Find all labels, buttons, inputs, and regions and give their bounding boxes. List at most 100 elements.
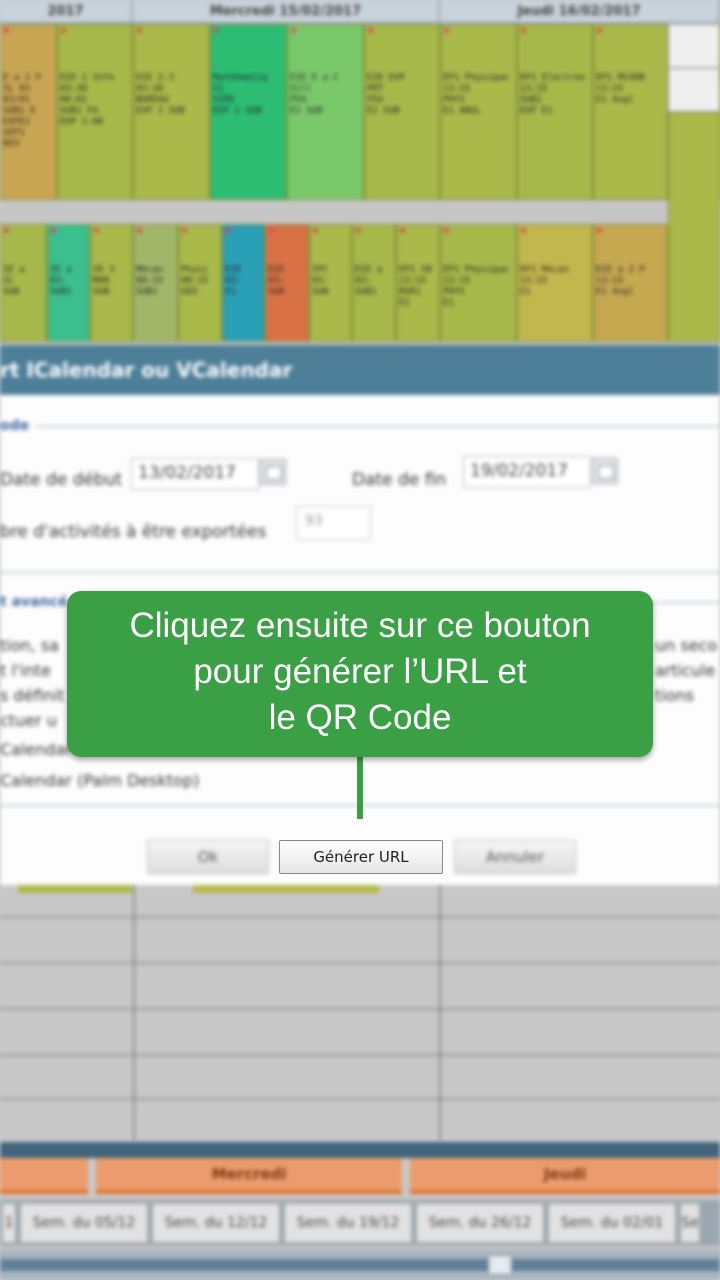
empty-slot: [668, 68, 720, 112]
status-dot: [400, 228, 405, 233]
calendar-activity[interactable]: EIE 2 Info 03:30 08:01 SUB1 FA EXP 1:08: [57, 24, 133, 200]
day-bar-mercredi[interactable]: Mercredi: [96, 1158, 402, 1194]
calendar-icon[interactable]: [592, 458, 618, 484]
week-tab[interactable]: Sem. du 02/01: [548, 1203, 676, 1243]
status-dot: [51, 228, 56, 233]
activity-text: EIE E a C Vill FEA E1 SUB: [290, 73, 339, 116]
generate-url-button[interactable]: Générer URL: [279, 840, 443, 874]
week-tab[interactable]: Sem. du 12/12: [152, 1203, 280, 1243]
week-tab[interactable]: 1: [2, 1203, 16, 1243]
day-bar-jeudi[interactable]: Jeudi: [410, 1158, 720, 1194]
calendar-activity[interactable]: EP1 IN 13:15 RUR1 E1: [396, 224, 440, 342]
day-bar: [0, 1158, 88, 1194]
format-option-icalendar[interactable]: Calendar: [0, 740, 72, 759]
grid-line: [0, 916, 720, 918]
calendar-activity[interactable]: EP1 Physique 13:15 PHYS E1 ANGL: [440, 24, 517, 200]
end-date-label: Date de fin: [352, 470, 447, 490]
advanced-legend: t avancé: [0, 594, 68, 610]
callout-line: le QR Code: [268, 698, 452, 737]
info-text: s définit: [0, 686, 65, 705]
status-dot: [356, 228, 361, 233]
calendar-activity[interactable]: EIE a 2 P 13:15 E1 Angl: [593, 224, 668, 342]
format-option-vcalendar[interactable]: Calendar (Palm Desktop): [0, 771, 199, 790]
calendar-activity[interactable]: IE a IL SUB: [0, 224, 47, 342]
bottom-nav-bar: [0, 1142, 720, 1158]
calendar-activity[interactable]: Physi 08:15 GEO: [178, 224, 222, 342]
calendar-activity: [193, 885, 379, 893]
day-header: Jeudi 16/02/2017: [440, 0, 720, 22]
calendar-header: 2017 Mercredi 15/02/2017 Jeudi 16/02/201…: [0, 0, 720, 24]
ok-button[interactable]: Ok: [147, 840, 269, 874]
start-date-label: Date de début: [0, 470, 123, 490]
calendar-icon[interactable]: [260, 459, 286, 485]
status-dot: [269, 228, 274, 233]
calendar-grid: [0, 885, 720, 1140]
tutorial-callout: Cliquez ensuite sur ce bouton pour génér…: [67, 591, 653, 757]
status-dot: [137, 28, 142, 33]
status-dot: [444, 228, 449, 233]
activity-text: IPC 03: SUB: [312, 265, 329, 297]
calendar-activity[interactable]: EP1 Electron 13:15 SUB1 EXP E1: [517, 24, 593, 200]
calendar-activity[interactable]: E a 2 P IL 03 03/01 SUB1 E EXPE2 SEP1 RE…: [0, 24, 57, 200]
week-tab[interactable]: Sem. du 05/12: [20, 1203, 148, 1243]
dialog-title: rt ICalendar ou VCalendar: [0, 345, 720, 395]
info-text: un seco: [655, 636, 718, 655]
calendar-activity[interactable]: EP1 Physique 13:15 PHYS E1: [440, 224, 517, 342]
callout-line: Cliquez ensuite sur ce bouton: [129, 606, 591, 645]
status-dot: [94, 228, 99, 233]
grid-line: [133, 885, 135, 1140]
calendar-activity[interactable]: EIE E a C Vill FEA E1 SUB: [287, 24, 364, 200]
status-dot: [214, 28, 219, 33]
activity-text: EP1 Physique 13:15 PHYS E1: [443, 265, 509, 308]
end-date-input[interactable]: 19/02/2017: [463, 456, 591, 488]
calendar-activity[interactable]: IPC 03: SUB: [309, 224, 352, 342]
status-dot: [226, 228, 231, 233]
grid-line: [0, 1054, 720, 1056]
calendar-activity[interactable]: Mécan 08:15 SUB1: [133, 224, 178, 342]
week-tab[interactable]: Se: [680, 1203, 700, 1243]
activity-text: Mathématiq S1 SIRE EXP 1 SUB: [213, 73, 268, 116]
grid-line: [0, 1098, 720, 1100]
status-dot: [182, 228, 187, 233]
activity-text: EIE 03: E1: [225, 265, 242, 297]
start-date-input[interactable]: 13/02/2017: [131, 458, 259, 490]
status-dot: [444, 28, 449, 33]
activity-text: Mécan 08:15 SUB1: [136, 265, 164, 297]
empty-slot: [668, 24, 720, 68]
activity-text: EIE 2 Info 03:30 08:01 SUB1 FA EXP 1:08: [60, 73, 115, 127]
grid-line: [0, 962, 720, 964]
calendar-activity[interactable]: EP1 Mécan 13:15 E1: [517, 224, 593, 342]
activity-text: Physi 08:15 GEO: [181, 265, 209, 297]
calendar-activity[interactable]: IE a 03: SUB1: [47, 224, 90, 342]
grid-line: [439, 885, 441, 1140]
calendar-activity[interactable]: IE 3 MOB SUB: [90, 224, 133, 342]
activity-text: EIE 2.3 03:30 BUREAU EXP 1 SUB: [136, 73, 185, 116]
calendar-activity[interactable]: EP1 MCOOB 13:15 E1 Angl: [593, 24, 668, 200]
calendar-separator: [0, 200, 720, 224]
calendar-activity[interactable]: EIE 2.3 03:30 BUREAU EXP 1 SUB: [133, 24, 210, 200]
week-tab[interactable]: Sem. du 26/12: [416, 1203, 544, 1243]
calendar-activity[interactable]: Mathématiq S1 SIRE EXP 1 SUB: [210, 24, 287, 200]
horizontal-scrollbar[interactable]: [0, 1250, 720, 1280]
activity-count-field: 93: [296, 506, 371, 540]
activity-text: EP1 Mécan 13:15 E1: [520, 265, 569, 297]
scrollbar-thumb[interactable]: [488, 1255, 512, 1275]
week-tab[interactable]: Sem. du 19/12: [284, 1203, 412, 1243]
calendar-activity[interactable]: EIE EXP PRT FEA E1 SUB: [364, 24, 440, 200]
info-text: tions: [655, 686, 694, 705]
status-dot: [137, 228, 142, 233]
grid-line: [0, 1008, 720, 1010]
calendar-activity[interactable]: EIE a 03: SUB1: [352, 224, 396, 342]
calendar-activity[interactable]: [668, 112, 720, 342]
status-dot: [521, 28, 526, 33]
status-dot: [521, 228, 526, 233]
calendar-activity[interactable]: EIE 03: E1: [222, 224, 265, 342]
status-dot: [597, 228, 602, 233]
calendar-activity[interactable]: EIE 03: SUB: [265, 224, 309, 342]
day-header: Mercredi 15/02/2017: [133, 0, 440, 22]
status-dot: [4, 228, 9, 233]
cancel-button[interactable]: Annuler: [454, 840, 576, 874]
week-selector: 1 Sem. du 05/12 Sem. du 12/12 Sem. du 19…: [0, 1200, 720, 1246]
callout-line: pour générer l’URL et: [193, 652, 527, 691]
day-header: 2017: [0, 0, 133, 22]
